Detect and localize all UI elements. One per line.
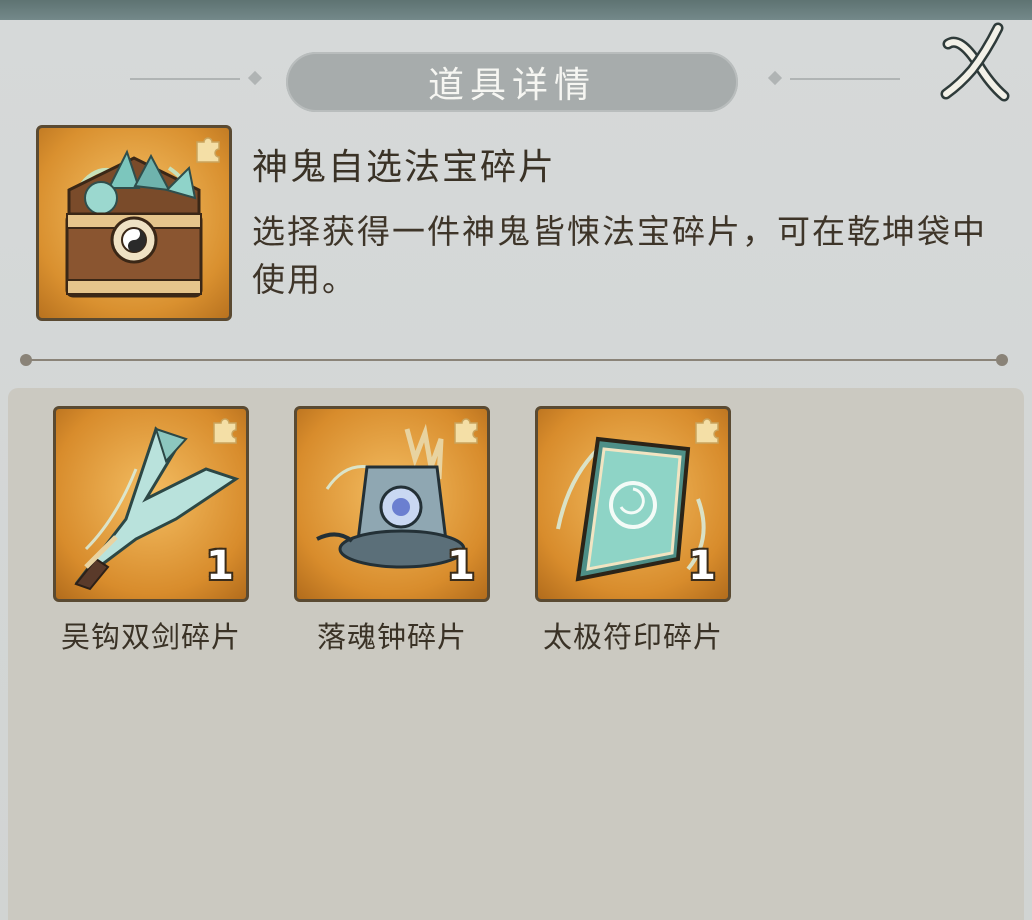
close-x-icon (940, 22, 1010, 102)
close-button[interactable] (938, 22, 1018, 102)
fragment-item[interactable]: 1 吴钩双剑碎片 (53, 406, 249, 656)
fragment-icon-frame: 1 (53, 406, 249, 602)
title-deco-left (130, 78, 240, 80)
fragment-count: 1 (447, 543, 475, 589)
puzzle-piece-icon (451, 415, 481, 445)
fragment-name: 吴钩双剑碎片 (60, 620, 241, 654)
divider-dot-left (20, 354, 32, 366)
fragment-item[interactable]: 1 落魂钟碎片 (294, 406, 490, 656)
fragment-count: 1 (688, 543, 716, 589)
fragment-item[interactable]: 1 太极符印碎片 (535, 406, 731, 656)
dialog-title: 道具详情 (427, 65, 596, 106)
puzzle-piece-icon (193, 134, 223, 164)
puzzle-piece-icon (210, 415, 240, 445)
fragment-icon-frame: 1 (535, 406, 731, 602)
fragment-name: 太极符印碎片 (542, 620, 723, 654)
item-name: 神鬼自选法宝碎片 (252, 147, 557, 188)
fragment-icon-frame: 1 (294, 406, 490, 602)
title-plaque: 道具详情 (286, 52, 738, 112)
fragment-count: 1 (206, 543, 234, 589)
divider-dot-right (996, 354, 1008, 366)
item-icon-frame (36, 125, 232, 321)
item-description: 选择获得一件神鬼皆悚法宝碎片，可在乾坤袋中使用。 (252, 212, 987, 299)
fragment-name: 落魂钟碎片 (316, 620, 467, 654)
puzzle-piece-icon (692, 415, 722, 445)
top-strip (0, 0, 1032, 20)
section-divider (26, 359, 1002, 361)
title-deco-right (790, 78, 900, 80)
